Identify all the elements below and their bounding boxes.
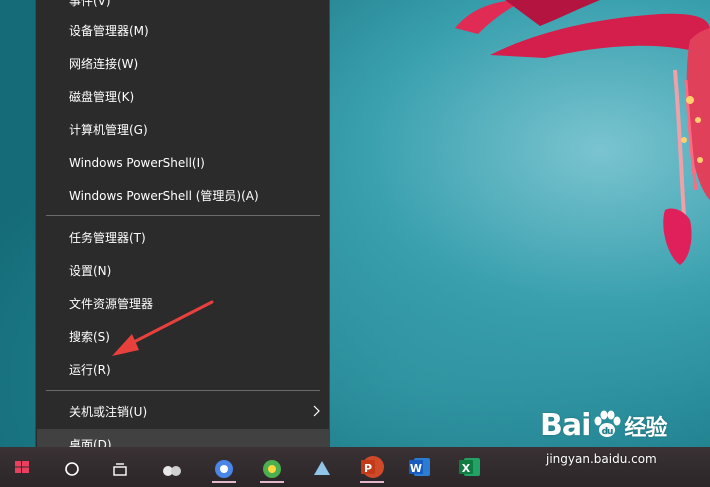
context-menu: 事件(V) 设备管理器(M) 网络连接(W) 磁盘管理(K) 计算机管理(G) … [35, 0, 330, 461]
svg-text:W: W [410, 462, 422, 475]
menu-item-disk-management[interactable]: 磁盘管理(K) [37, 81, 330, 113]
watermark-logo: Bai du 经验 [540, 408, 667, 443]
menu-item-search[interactable]: 搜索(S) [37, 321, 330, 353]
svg-text:du: du [602, 427, 613, 437]
browser-icon[interactable] [256, 451, 288, 483]
app-icon[interactable] [306, 451, 338, 483]
chevron-right-icon [313, 405, 320, 417]
excel-icon[interactable]: X [454, 451, 486, 483]
paw-icon: du [594, 410, 621, 437]
menu-item-network-connections[interactable]: 网络连接(W) [37, 48, 330, 80]
baidu-jingyan-watermark: Bai du 经验 jingyan.baidu.com [540, 408, 705, 474]
windows-start-icon[interactable] [6, 451, 38, 483]
svg-text:X: X [462, 462, 471, 475]
powerpoint-icon[interactable]: P [356, 451, 388, 483]
menu-separator [46, 390, 320, 391]
menu-item-settings[interactable]: 设置(N) [37, 255, 330, 287]
svg-text:P: P [364, 462, 372, 475]
task-view-icon[interactable] [104, 451, 136, 483]
app-icon[interactable] [156, 451, 188, 483]
menu-item-powershell-admin[interactable]: Windows PowerShell (管理员)(A) [37, 180, 330, 212]
word-icon[interactable]: W [404, 451, 436, 483]
menu-item-device-manager[interactable]: 设备管理器(M) [37, 15, 330, 47]
menu-item-label: 关机或注销(U) [69, 405, 148, 419]
watermark-url: jingyan.baidu.com [546, 452, 657, 466]
menu-item-powershell[interactable]: Windows PowerShell(I) [37, 147, 330, 179]
search-circle-icon[interactable] [56, 451, 88, 483]
menu-item-shutdown[interactable]: 关机或注销(U) [37, 396, 330, 428]
menu-separator [46, 215, 320, 216]
menu-item-run[interactable]: 运行(R) [37, 354, 330, 386]
menu-item-file-explorer[interactable]: 文件资源管理器 [37, 288, 330, 320]
chrome-icon[interactable] [208, 451, 240, 483]
menu-item-computer-management[interactable]: 计算机管理(G) [37, 114, 330, 146]
menu-item-task-manager[interactable]: 任务管理器(T) [37, 222, 330, 254]
